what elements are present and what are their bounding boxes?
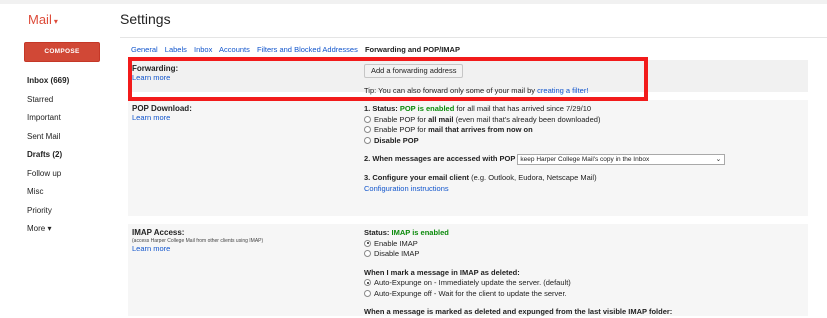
sidebar-item-sent-mail[interactable]: Sent Mail [27, 128, 112, 147]
imap-deleted-label: When I mark a message in IMAP as deleted… [364, 267, 520, 277]
settings-content: Forwarding: Learn more Add a forwarding … [128, 60, 808, 318]
imap-expunge-off-option[interactable]: Auto-Expunge off - Wait for the client t… [364, 289, 804, 300]
pop-opt2-text: Enable POP for [374, 125, 429, 134]
imap-access-section: IMAP Access: (access Harper College Mail… [128, 224, 808, 318]
imap-expunge-on-option[interactable]: Auto-Expunge on - Immediately update the… [364, 278, 804, 289]
sidebar-item-starred[interactable]: Starred [27, 91, 112, 110]
top-bar [0, 0, 827, 4]
pop-status-prefix: 1. Status: [364, 104, 400, 113]
pop-action-select[interactable]: keep Harper College Mail's copy in the I… [517, 154, 726, 165]
radio-icon[interactable] [364, 250, 371, 257]
radio-selected-icon[interactable] [364, 239, 371, 247]
sidebar-item-more[interactable]: More ▾ [27, 220, 112, 239]
header-divider [120, 37, 827, 38]
pop-status: 1. Status: POP is enabled for all mail t… [364, 104, 804, 115]
tab-accounts[interactable]: Accounts [219, 45, 250, 54]
tab-forwarding-pop-imap[interactable]: Forwarding and POP/IMAP [365, 45, 460, 54]
imap-expunged-label: When a message is marked as deleted and … [364, 307, 673, 316]
radio-icon[interactable] [364, 115, 371, 123]
forwarding-fields: Add a forwarding address Tip: You can al… [364, 64, 804, 97]
imap-disable-text: Disable IMAP [374, 249, 420, 258]
radio-icon[interactable] [364, 136, 371, 144]
pop-opt1-text: Enable POP for [374, 114, 429, 124]
pop-option-disable[interactable]: Disable POP [364, 136, 804, 147]
sidebar-item-follow-up[interactable]: Follow up [27, 165, 112, 184]
imap-status-value: IMAP is enabled [391, 228, 449, 237]
pop-option-from-now[interactable]: Enable POP for mail that arrives from no… [364, 125, 804, 136]
mail-app-menu[interactable]: Mail ▾ [28, 12, 58, 27]
pop-configure-label: 3. Configure your email client [364, 173, 470, 182]
tab-labels[interactable]: Labels [165, 45, 187, 54]
configuration-instructions-link[interactable]: Configuration instructions [364, 184, 804, 195]
pop-fields: 1. Status: POP is enabled for all mail t… [364, 104, 804, 194]
pop-when-accessed-row: 2. When messages are accessed with POP k… [364, 154, 804, 165]
sidebar-item-drafts[interactable]: Drafts (2) [27, 146, 112, 165]
radio-icon[interactable] [364, 289, 371, 297]
chevron-down-icon: ▾ [53, 17, 58, 26]
imap-status: Status: IMAP is enabled [364, 228, 804, 239]
pop-configure-row: 3. Configure your email client (e.g. Out… [364, 173, 804, 184]
radio-icon[interactable] [364, 126, 371, 133]
imap-enable-text: Enable IMAP [374, 238, 418, 248]
pop-when-label: 2. When messages are accessed with POP [364, 154, 516, 163]
settings-tabs: General Labels Inbox Accounts Filters an… [131, 45, 465, 54]
create-filter-link[interactable]: creating a filter! [537, 86, 588, 95]
imap-status-prefix: Status: [364, 228, 392, 237]
pop-configure-suffix: (e.g. Outlook, Eudora, Netscape Mail) [469, 173, 597, 182]
page-title: Settings [120, 11, 171, 27]
pop-status-suffix: for all mail that has arrived since 7/29… [454, 104, 592, 113]
sidebar-item-important[interactable]: Important [27, 109, 112, 128]
forwarding-tip: Tip: You can also forward only some of y… [364, 86, 804, 97]
forwarding-title: Forwarding: [132, 64, 179, 73]
pop-opt3-text: Disable POP [374, 135, 419, 145]
radio-selected-icon[interactable] [364, 279, 371, 286]
pop-title: POP Download: [132, 104, 192, 113]
tab-general[interactable]: General [131, 45, 158, 54]
imap-fields: Status: IMAP is enabled Enable IMAP Disa… [364, 228, 804, 318]
add-forwarding-address-button[interactable]: Add a forwarding address [364, 64, 464, 78]
pop-action-value: keep Harper College Mail's copy in the I… [520, 156, 650, 163]
sidebar-item-misc[interactable]: Misc [27, 183, 112, 202]
pop-status-value: POP is enabled [399, 104, 455, 113]
mail-title: Mail [28, 12, 52, 27]
tab-filters[interactable]: Filters and Blocked Addresses [257, 45, 358, 54]
pop-label-group: POP Download: Learn more [132, 104, 352, 122]
pop-download-section: POP Download: Learn more 1. Status: POP … [128, 100, 808, 224]
sidebar-item-priority[interactable]: Priority [27, 202, 112, 221]
imap-expunge-off-text: Auto-Expunge off - Wait for the client t… [374, 288, 567, 298]
imap-expunge-on-text: Auto-Expunge on - Immediately update the… [374, 278, 571, 287]
pop-opt1-bold: all mail [428, 114, 454, 124]
imap-title: IMAP Access: [132, 228, 185, 237]
sidebar: Inbox (669) Starred Important Sent Mail … [27, 72, 112, 239]
imap-label-group: IMAP Access: (access Harper College Mail… [132, 228, 352, 253]
pop-learn-more-link[interactable]: Learn more [132, 113, 352, 122]
forwarding-section: Forwarding: Learn more Add a forwarding … [128, 60, 808, 100]
pop-opt2-bold: mail that arrives from now on [428, 125, 533, 134]
pop-option-all-mail[interactable]: Enable POP for all mail (even mail that'… [364, 115, 804, 126]
forwarding-learn-more-link[interactable]: Learn more [132, 73, 352, 82]
pop-opt1-suffix: (even mail that's already been downloade… [453, 114, 601, 124]
tab-inbox[interactable]: Inbox [194, 45, 212, 54]
chevron-down-icon: ⌄ [715, 156, 722, 163]
imap-option-disable[interactable]: Disable IMAP [364, 249, 804, 260]
compose-button[interactable]: COMPOSE [24, 42, 100, 62]
sidebar-item-inbox[interactable]: Inbox (669) [27, 72, 112, 91]
imap-learn-more-link[interactable]: Learn more [132, 244, 352, 253]
forwarding-label-group: Forwarding: Learn more [132, 64, 352, 82]
forwarding-tip-text: Tip: You can also forward only some of y… [364, 86, 538, 95]
imap-option-enable[interactable]: Enable IMAP [364, 239, 804, 250]
